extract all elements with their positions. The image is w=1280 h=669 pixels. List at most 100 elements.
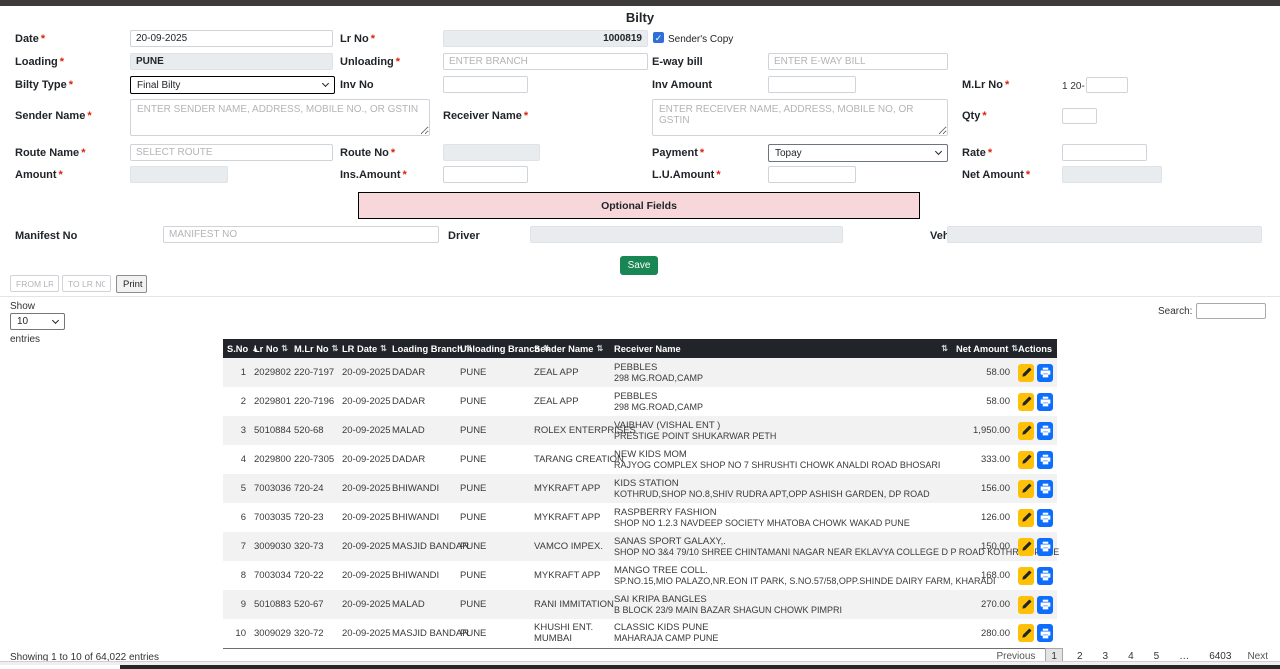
pencil-icon bbox=[1021, 512, 1032, 523]
route-name-input[interactable] bbox=[130, 144, 333, 161]
edit-button[interactable] bbox=[1018, 422, 1034, 440]
print-button[interactable]: Print bbox=[116, 275, 147, 293]
cell-receiver-name: SAI KRIPA BANGLESB BLOCK 23/9 MAIN BAZAR… bbox=[610, 590, 952, 619]
qty-input[interactable] bbox=[1062, 108, 1097, 124]
cell-loading-branch: BHIWANDI bbox=[388, 503, 456, 532]
eway-bill-input[interactable] bbox=[768, 53, 948, 70]
cell-receiver-name: CLASSIC KIDS PUNEMAHARAJA CAMP PUNE bbox=[610, 619, 952, 648]
print-button[interactable] bbox=[1037, 451, 1053, 469]
page-size-select[interactable]: 10 bbox=[10, 313, 65, 330]
cell-receiver-name: KIDS STATIONKOTHRUD,SHOP NO.8,SHIV RUDRA… bbox=[610, 474, 952, 503]
print-button[interactable] bbox=[1037, 422, 1053, 440]
cell-sender-name: ZEAL APP bbox=[530, 387, 610, 416]
cell-loading-branch: BHIWANDI bbox=[388, 561, 456, 590]
pencil-icon bbox=[1021, 483, 1032, 494]
rate-input[interactable] bbox=[1062, 144, 1147, 161]
edit-button[interactable] bbox=[1018, 596, 1034, 614]
column-header-net-amount[interactable]: Net Amount⇅ bbox=[952, 339, 1014, 358]
print-button[interactable] bbox=[1037, 567, 1053, 585]
edit-button[interactable] bbox=[1018, 364, 1034, 382]
column-header-loading-branch[interactable]: Loading Branch⇅ bbox=[388, 339, 456, 358]
edit-button[interactable] bbox=[1018, 451, 1034, 469]
sort-icon: ⇅ bbox=[281, 344, 288, 353]
cell-unloading-branch: PUNE bbox=[456, 590, 530, 619]
table-row: 67003035720-2320-09-2025BHIWANDIPUNEMYKR… bbox=[223, 503, 1057, 532]
bilty-table: S.No▲Lr No⇅M.Lr No⇅LR Date⇅Loading Branc… bbox=[223, 339, 1057, 649]
cell-sender-name: MYKRAFT APP bbox=[530, 503, 610, 532]
edit-button[interactable] bbox=[1018, 538, 1034, 556]
inv-no-input[interactable] bbox=[443, 76, 528, 93]
receiver-name-textarea[interactable] bbox=[652, 99, 948, 136]
cell-lr-no: 2029802 bbox=[250, 358, 290, 387]
cell-unloading-branch: PUNE bbox=[456, 503, 530, 532]
cell-mlr-no: 520-68 bbox=[290, 416, 338, 445]
lu-amount-input[interactable] bbox=[768, 166, 856, 183]
print-button[interactable] bbox=[1037, 538, 1053, 556]
to-lr-input[interactable] bbox=[62, 275, 111, 292]
column-header-unloading-branch[interactable]: Unloading Branch⇅ bbox=[456, 339, 530, 358]
cell-net-amount: 58.00 bbox=[952, 387, 1014, 416]
sender-name-textarea[interactable] bbox=[130, 99, 430, 136]
cell-loading-branch: DADAR bbox=[388, 445, 456, 474]
optional-fields-banner[interactable]: Optional Fields bbox=[358, 192, 920, 219]
bilty-type-select[interactable]: Final Bilty bbox=[130, 76, 335, 94]
cell-actions bbox=[1014, 561, 1057, 590]
cell-net-amount: 333.00 bbox=[952, 445, 1014, 474]
column-header-mlr-no[interactable]: M.Lr No⇅ bbox=[290, 339, 338, 358]
print-button[interactable] bbox=[1037, 393, 1053, 411]
ins-amount-input[interactable] bbox=[443, 166, 528, 183]
column-header-sno[interactable]: S.No▲ bbox=[223, 339, 250, 358]
cell-mlr-no: 320-73 bbox=[290, 532, 338, 561]
cell-lr-date: 20-09-2025 bbox=[338, 387, 388, 416]
column-header-lr-date[interactable]: LR Date⇅ bbox=[338, 339, 388, 358]
cell-unloading-branch: PUNE bbox=[456, 445, 530, 474]
show-label: Show bbox=[10, 301, 35, 312]
cell-sno: 8 bbox=[223, 561, 250, 590]
cell-lr-no: 5010883 bbox=[250, 590, 290, 619]
cell-sno: 3 bbox=[223, 416, 250, 445]
column-header-lr-no[interactable]: Lr No⇅ bbox=[250, 339, 290, 358]
cell-mlr-no: 720-22 bbox=[290, 561, 338, 590]
from-lr-input[interactable] bbox=[10, 275, 59, 292]
lr-no-input bbox=[443, 30, 648, 47]
cell-sender-name: KHUSHI ENT.MUMBAI bbox=[530, 619, 610, 648]
cell-lr-no: 7003035 bbox=[250, 503, 290, 532]
mlr-no-input[interactable] bbox=[1086, 77, 1128, 93]
edit-button[interactable] bbox=[1018, 509, 1034, 527]
edit-button[interactable] bbox=[1018, 480, 1034, 498]
print-button[interactable] bbox=[1037, 480, 1053, 498]
column-label: Net Amount bbox=[956, 344, 1008, 354]
edit-button[interactable] bbox=[1018, 567, 1034, 585]
column-header-receiver-name[interactable]: Receiver Name⇅ bbox=[610, 339, 952, 358]
cell-net-amount: 156.00 bbox=[952, 474, 1014, 503]
senders-copy-checkbox[interactable] bbox=[653, 32, 664, 43]
manifest-no-input[interactable] bbox=[163, 226, 439, 243]
cell-actions bbox=[1014, 503, 1057, 532]
date-input[interactable] bbox=[130, 30, 333, 47]
sender-name-label: Sender Name* bbox=[15, 110, 92, 122]
sort-icon: ⇅ bbox=[332, 344, 339, 353]
cell-mlr-no: 220-7196 bbox=[290, 387, 338, 416]
pencil-icon bbox=[1021, 454, 1032, 465]
cell-sno: 2 bbox=[223, 387, 250, 416]
inv-amount-input[interactable] bbox=[768, 76, 856, 93]
save-button[interactable]: Save bbox=[620, 256, 658, 275]
column-label: Actions bbox=[1018, 344, 1052, 354]
edit-button[interactable] bbox=[1018, 393, 1034, 411]
print-button[interactable] bbox=[1037, 596, 1053, 614]
sort-icon: ⇅ bbox=[941, 344, 948, 353]
print-button[interactable] bbox=[1037, 509, 1053, 527]
edit-button[interactable] bbox=[1018, 624, 1034, 642]
table-row: 35010884520-6820-09-2025MALADPUNEROLEX E… bbox=[223, 416, 1057, 445]
column-header-sender-name[interactable]: Sender Name⇅ bbox=[530, 339, 610, 358]
column-label: Unloading Branch bbox=[460, 344, 540, 354]
pencil-icon bbox=[1021, 599, 1032, 610]
print-button[interactable] bbox=[1037, 364, 1053, 382]
loading-input bbox=[130, 53, 333, 70]
search-input[interactable] bbox=[1196, 303, 1266, 319]
pencil-icon bbox=[1021, 541, 1032, 552]
cell-lr-date: 20-09-2025 bbox=[338, 474, 388, 503]
payment-select[interactable]: Topay bbox=[768, 144, 948, 162]
unloading-input[interactable] bbox=[443, 53, 648, 70]
print-button[interactable] bbox=[1037, 624, 1053, 642]
